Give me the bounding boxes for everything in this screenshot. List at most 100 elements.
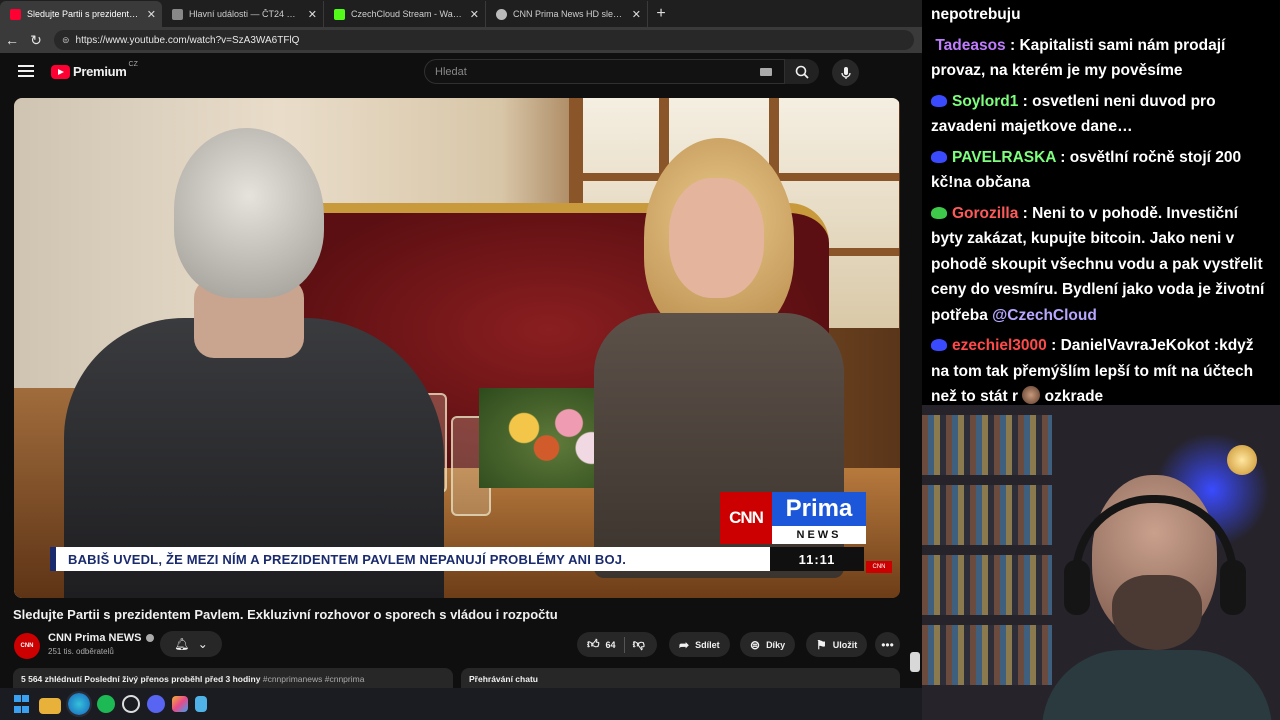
cnn-prima-news-logo: CNN Prima NEWS (720, 492, 866, 544)
chat-text: : Neni to v pohodě. Investiční byty zaká… (931, 204, 1265, 324)
screen: Sledujte Partii s prezidentem Pavle ✕ Hl… (0, 0, 1280, 720)
site-info-icon[interactable]: ⊜ (62, 35, 70, 46)
streamer (1042, 465, 1272, 720)
spotify-icon[interactable] (97, 695, 115, 713)
super-thanks-icon: ⊜ (750, 637, 761, 652)
share-button[interactable]: ➦ Sdílet (669, 632, 730, 657)
channel-avatar[interactable]: CNN (14, 633, 40, 659)
webcam-feed (922, 405, 1280, 720)
divider (623, 636, 625, 653)
hamburger-menu-icon[interactable] (18, 65, 34, 79)
subscriber-badge-icon (931, 94, 947, 107)
channel-name-text: CNN Prima NEWS (48, 632, 142, 644)
chat-replay-label: Přehrávání chatu (469, 674, 538, 684)
youtube-premium-logo[interactable]: Premium CZ (51, 61, 138, 79)
bookshelf (922, 555, 1052, 615)
back-arrow-icon[interactable]: ← (0, 28, 24, 52)
bookshelf (922, 485, 1052, 545)
bookshelf (922, 625, 1052, 685)
reload-icon[interactable]: ↻ (24, 28, 48, 52)
chat-username: Gorozilla (952, 204, 1019, 222)
search-button[interactable] (785, 59, 819, 84)
browser-window: Sledujte Partii s prezidentem Pavle ✕ Hl… (0, 0, 922, 688)
thumbs-down-icon[interactable]: 👎︎ (633, 637, 645, 652)
youtube-play-icon (51, 64, 70, 79)
like-count[interactable]: 64 (606, 640, 616, 650)
hashtags[interactable]: #cnnprimanews #cnnprima (263, 674, 365, 684)
tab-title: Hlavní události — ČT24 — Česká (189, 9, 302, 19)
chevron-down-icon: ⌄ (197, 637, 208, 651)
tab-bar: Sledujte Partii s prezidentem Pavle ✕ Hl… (0, 0, 922, 27)
taskbar (0, 688, 922, 720)
headphones-icon (1072, 495, 1237, 605)
broadcast-clock: 11:11 (770, 547, 864, 571)
chat-message: Gorozilla : Neni to v pohodě. Investiční… (931, 201, 1272, 329)
photos-icon[interactable] (172, 696, 188, 712)
chat-text-tail: ozkrade (1040, 388, 1104, 405)
new-tab-button[interactable]: + (648, 1, 674, 27)
logo-region: CZ (128, 61, 138, 68)
bookmark-icon: ⚑ (816, 637, 827, 652)
save-label: Uložit (832, 639, 858, 650)
notifications-button[interactable]: 🔔︎ ⌄ (160, 631, 222, 657)
logo-text: Premium (73, 64, 127, 79)
save-button[interactable]: ⚑ Uložit (806, 632, 868, 657)
chat-message: Tadeasos : Kapitalisti sami nám prodají … (931, 33, 1272, 84)
more-horizontal-icon: ••• (881, 637, 894, 652)
keyboard-icon[interactable] (760, 68, 772, 76)
close-icon[interactable]: ✕ (308, 8, 317, 21)
more-actions-button[interactable]: ••• (875, 632, 900, 657)
url-text: https://www.youtube.com/watch?v=SzA3WA6T… (75, 34, 300, 46)
chat-text: nepotrebuju (931, 6, 1021, 23)
thanks-label: Díky (766, 639, 786, 650)
chat-message: PAVELRASKA : osvětlní ročně stojí 200 kč… (931, 145, 1272, 196)
ct24-favicon-icon (172, 8, 183, 20)
subscriber-badge-icon (931, 339, 947, 351)
verified-badge-icon (145, 634, 154, 643)
youtube-header: Premium CZ Hledat (0, 53, 922, 93)
tab-cnnprima[interactable]: CNN Prima News HD sledujte onl ✕ (486, 1, 648, 27)
channel-name[interactable]: CNN Prima NEWS (48, 632, 154, 644)
discord-icon[interactable] (147, 695, 165, 713)
close-icon[interactable]: ✕ (632, 8, 641, 21)
voice-search-button[interactable] (832, 59, 859, 86)
tab-youtube[interactable]: Sledujte Partii s prezidentem Pavle ✕ (0, 1, 162, 27)
view-stats: 5 564 zhlédnutí Poslední živý přenos pro… (21, 674, 261, 684)
like-dislike-group: 👍︎ 64 👎︎ (577, 632, 657, 657)
windows-start-icon[interactable] (10, 693, 32, 715)
search-icon (795, 65, 809, 79)
chat-username: ezechiel3000 (952, 337, 1047, 354)
obs-icon[interactable] (122, 695, 140, 713)
stream-chat-overlay: nepotrebuju Tadeasos : Kapitalisti sami … (922, 0, 1280, 405)
chat-mention: @CzechCloud (992, 306, 1097, 324)
bookshelf (922, 415, 1052, 475)
tab-kick[interactable]: CzechCloud Stream - Watch Live ✕ (324, 1, 486, 27)
tab-ct24[interactable]: Hlavní události — ČT24 — Česká ✕ (162, 1, 324, 27)
bell-icon: 🔔︎ (174, 637, 190, 651)
kick-favicon-icon (334, 8, 345, 20)
edge-browser-icon[interactable] (66, 691, 92, 717)
scrollbar-thumb[interactable] (910, 652, 920, 672)
notepad-icon[interactable] (195, 696, 207, 712)
url-field[interactable]: ⊜ https://www.youtube.com/watch?v=SzA3WA… (54, 30, 914, 50)
tab-title: Sledujte Partii s prezidentem Pavle (27, 9, 141, 19)
prima-logo-text: Prima (772, 492, 866, 526)
description-box[interactable]: 5 564 zhlédnutí Poslední živý přenos pro… (13, 668, 453, 688)
news-ticker: BABIŠ UVEDL, ŽE MEZI NÍM A PREZIDENTEM P… (50, 547, 770, 571)
chat-message: nepotrebuju (931, 2, 1272, 28)
tab-title: CzechCloud Stream - Watch Live (351, 9, 464, 19)
thanks-button[interactable]: ⊜ Díky (740, 632, 796, 657)
emote-icon (1022, 386, 1041, 404)
video-player[interactable]: CNN Prima NEWS BABIŠ UVEDL, ŽE MEZI NÍM … (14, 98, 900, 598)
chat-replay-header[interactable]: Přehrávání chatu (461, 668, 900, 688)
video-title: Sledujte Partii s prezidentem Pavlem. Ex… (13, 607, 558, 622)
close-icon[interactable]: ✕ (470, 8, 479, 21)
search-placeholder: Hledat (435, 65, 467, 78)
search-input[interactable]: Hledat (424, 59, 785, 84)
close-icon[interactable]: ✕ (147, 8, 156, 21)
file-explorer-icon[interactable] (39, 698, 61, 714)
chat-message: ezechiel3000 : DanielVavraJeKokot :když … (931, 333, 1272, 410)
thumbs-up-icon[interactable]: 👍︎ (587, 637, 600, 652)
address-bar: ← ↻ ⊜ https://www.youtube.com/watch?v=Sz… (0, 27, 922, 53)
youtube-favicon-icon (10, 8, 21, 20)
